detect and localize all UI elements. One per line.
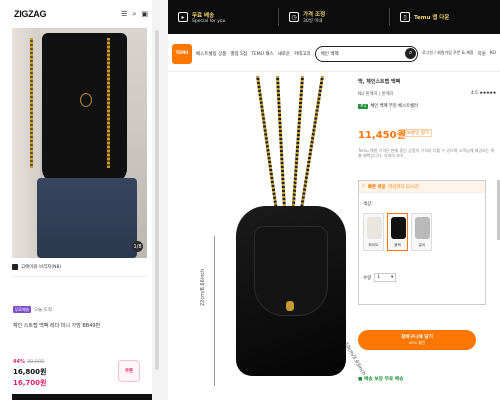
seller-avatar <box>12 264 18 270</box>
original-price: 30,000 <box>26 359 45 365</box>
quantity-value: 1 <box>377 275 381 280</box>
mobile-panel: ZIGZAG ☰ ⌕ ▣ 1/8 고메이와 브리지(NB) 무료배송 오늘 도착… <box>0 0 152 400</box>
scrollbar[interactable] <box>155 30 159 370</box>
chevron-down-icon: ▾ <box>391 275 394 280</box>
seller-row[interactable]: 고메이와 브리지(NB) <box>12 262 147 272</box>
rating[interactable]: 4.5 ★★★★★ <box>471 91 496 96</box>
clock-icon: ◷ <box>289 12 299 22</box>
shipping-text: 배송 보장 무료 배송 <box>364 377 404 382</box>
desktop-panel: ▸ 무료 배송 Special for you ◷ 가격 조정 30일 이내 ▯ T… <box>168 0 500 400</box>
discount-row: 44% 30,000 <box>13 359 44 365</box>
nav-item-bestsellers[interactable]: 베스트셀링 상품 <box>196 51 226 57</box>
temu-logo[interactable]: TEMU <box>172 43 192 64</box>
free-shipping-tag: 무료배송 <box>13 306 31 313</box>
coupon-button[interactable]: 쿠폰 <box>118 360 140 382</box>
product-title: 체인 스트랩 백팩 레더 미니 가방 BB49번 <box>13 323 101 329</box>
promo-title: 무료 배송 <box>192 12 215 19</box>
add-to-cart-button[interactable]: 장바구니에 담기 45% 할인 <box>358 330 476 350</box>
promo-title: Temu 앱 다운 <box>414 15 450 21</box>
deal-title: 빠른 세일 <box>368 184 386 190</box>
search-input[interactable] <box>320 51 401 56</box>
color-swatch-silver[interactable]: 실버 <box>411 213 432 251</box>
swatch-label: 실버 <box>418 243 425 247</box>
divider <box>12 276 147 277</box>
nav-item-pass[interactable]: TEMU 패스 <box>251 51 273 57</box>
product-title: 백, 체인스트랩 백팩 <box>358 79 401 85</box>
deal-header: ⚡ 빠른 세일 마감까지 12시간 <box>359 181 485 193</box>
promo-title: 가격 조정 <box>303 12 326 18</box>
seller-name: 고메이와 브리지(NB) <box>21 265 62 270</box>
star-icon: ★★★★★ <box>479 91 496 96</box>
quantity-select[interactable]: 1 ▾ <box>374 273 397 282</box>
promo-app[interactable]: ▯ Temu 앱 다운 <box>390 12 500 22</box>
clasp <box>286 301 294 311</box>
bestseller-badge: #1 체인 백팩 부문 베스트셀러 <box>358 103 418 109</box>
promo-bar: ▸ 무료 배송 Special for you ◷ 가격 조정 30일 이내 ▯ T… <box>168 0 500 34</box>
language-selector[interactable]: KO <box>490 51 496 56</box>
cart-icon[interactable]: ▣ <box>141 10 148 18</box>
discount-percent: 44% <box>13 359 25 365</box>
truck-icon: ▸ <box>178 12 188 22</box>
color-label: 색상: <box>363 202 373 207</box>
phone-icon: ▯ <box>400 12 410 22</box>
support-link[interactable]: 지원 <box>477 51 485 57</box>
zigzag-logo[interactable]: ZIGZAG <box>14 9 47 19</box>
separator <box>152 0 168 400</box>
color-swatch-black[interactable]: 블랙 <box>387 213 408 251</box>
product-details: 백, 체인스트랩 백팩 NU 판매처 | 판매자 4.5 ★★★★★ #1 체인 … <box>358 76 500 400</box>
bottom-bar <box>12 394 152 400</box>
dimension-line <box>214 236 215 386</box>
rank-badge: #1 <box>358 103 369 109</box>
purchase-box: ⚡ 빠른 세일 마감까지 12시간 색상: 화이트 블랙 실버 수량 1 ▾ <box>358 180 486 305</box>
quantity-row: 수량 1 ▾ <box>363 273 397 282</box>
quantity-label: 수량 <box>363 275 372 281</box>
nav-item-new[interactable]: 새로운 <box>278 51 290 57</box>
swatch-label: 화이트 <box>368 243 379 247</box>
promo-sub: Special for you <box>192 18 226 24</box>
shipping-guarantee[interactable]: ■ 배송 보장 무료 배송 <box>358 376 403 382</box>
deal-countdown: 마감까지 12시간 <box>388 184 419 190</box>
photo-counter-badge: 1/8 <box>132 241 143 252</box>
promo-price-adjust[interactable]: ◷ 가격 조정 30일 이내 <box>279 10 389 24</box>
product-photo[interactable]: 1/8 <box>12 28 147 258</box>
seller-info[interactable]: NU 판매처 | 판매자 <box>358 91 394 97</box>
coupon-price: 16,700원 <box>13 379 47 387</box>
cta-sub: 45% 할인 <box>408 339 426 345</box>
lightning-icon: ⚡ <box>362 184 366 189</box>
discount-badge: 45%할인 정가 <box>398 129 432 137</box>
nav-item-five-star[interactable]: 별점 5점 <box>230 51 247 57</box>
price: 16,800원 <box>13 368 47 376</box>
mobile-header: ZIGZAG ☰ ⌕ ▣ <box>12 0 152 28</box>
promo-free-shipping[interactable]: ▸ 무료 배송 Special for you <box>168 11 278 24</box>
swatch-label: 블랙 <box>394 243 401 247</box>
dimension-vertical: 22cm/8.66inch <box>200 268 206 306</box>
hamburger-icon[interactable]: ☰ <box>121 10 127 18</box>
search-button[interactable]: ⌕ <box>405 47 417 59</box>
description: Temu 체험 가격은 판매 중인 상품의 가격과 다를 수 있으며 고객님께 … <box>358 148 495 159</box>
color-swatch-white[interactable]: 화이트 <box>363 213 384 251</box>
bestseller-text: 체인 백팩 부문 베스트셀러 <box>370 104 418 109</box>
promo-sub: 30일 이내 <box>303 19 323 24</box>
search-icon[interactable]: ⌕ <box>132 10 136 19</box>
account-link[interactable]: 로그인 / 회원가입 주문 & 계정 <box>422 50 473 56</box>
search-box: ⌕ <box>314 45 419 62</box>
rating-value: 4.5 <box>471 91 478 96</box>
tag-text: 오늘 도착 <box>34 308 52 313</box>
nav-item-category[interactable]: 카테고리 <box>294 51 311 57</box>
top-nav: TEMU 베스트셀링 상품 별점 5점 TEMU 패스 새로운 카테고리 ⌕ 로… <box>168 36 500 72</box>
